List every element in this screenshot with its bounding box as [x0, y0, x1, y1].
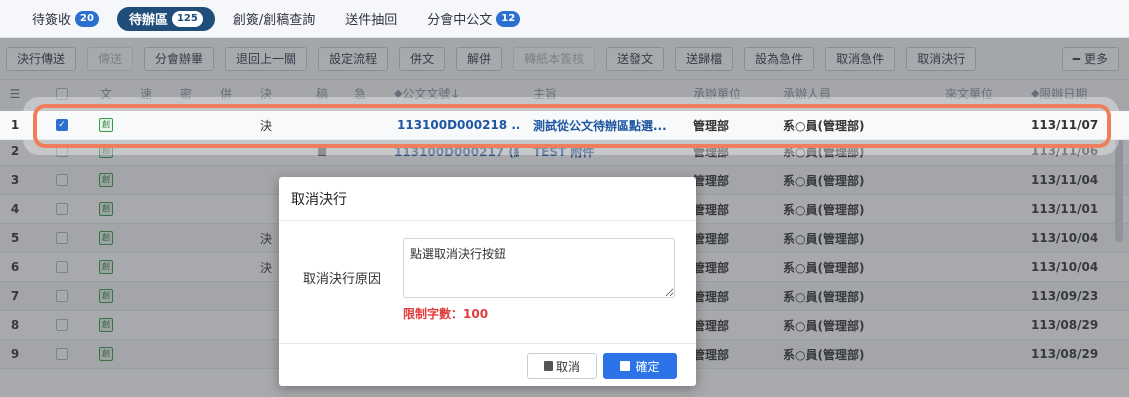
tab-badge: 125	[171, 10, 203, 27]
char-limit-text: 限制字數：100	[403, 307, 489, 321]
tab-label: 待簽收	[32, 13, 72, 28]
tab-bar: 待簽收 20 待辦區 125 創簽/創稿查詢 送件抽回 分會中公文 12	[0, 0, 1129, 38]
dialog-body: 取消決行原因 點選取消決行按鈕 限制字數：100	[279, 221, 696, 344]
tab-label: 送件抽回	[345, 13, 398, 28]
confirm-label: 確定	[635, 359, 660, 374]
tab-in-branch[interactable]: 分會中公文 12	[415, 7, 532, 31]
tab-label: 分會中公文	[427, 13, 493, 28]
dialog-footer: 取消 確定	[279, 344, 696, 386]
reason-label: 取消決行原因	[303, 272, 382, 287]
tab-create-query[interactable]: 創簽/創稿查詢	[221, 7, 327, 31]
cancel-approval-dialog: 取消決行 取消決行原因 點選取消決行按鈕 限制字數：100 取消 確定	[279, 177, 696, 386]
tab-label: 待辦區	[128, 13, 168, 28]
cancel-button[interactable]: 取消	[527, 353, 597, 379]
tab-to-sign[interactable]: 待簽收 20	[20, 7, 111, 31]
highlight-ring	[33, 104, 1111, 148]
tab-badge: 12	[496, 10, 521, 27]
trash-icon	[543, 361, 553, 371]
dialog-title: 取消決行	[279, 177, 696, 221]
tab-label: 創簽/創稿查詢	[232, 13, 316, 28]
reason-input[interactable]: 點選取消決行按鈕	[403, 238, 675, 298]
save-icon	[620, 361, 631, 371]
tab-withdraw[interactable]: 送件抽回	[333, 7, 409, 31]
row-number: 1	[10, 118, 20, 132]
cancel-label: 取消	[555, 359, 580, 374]
confirm-button[interactable]: 確定	[603, 353, 677, 379]
tab-todo[interactable]: 待辦區 125	[116, 6, 215, 31]
tab-badge: 20	[75, 10, 99, 27]
